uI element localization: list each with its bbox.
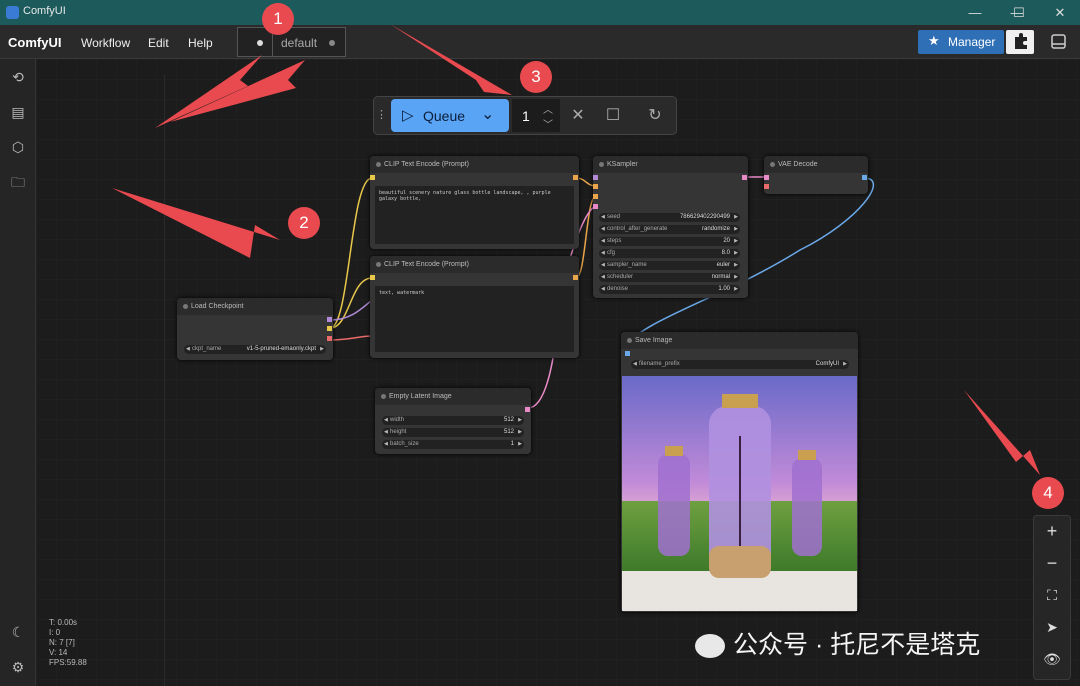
annotation-badge-2: 2 [288,207,320,239]
annotation-badge-1: 1 [262,3,294,35]
watermark: 公众号 · 托尼不是塔克 [695,625,980,661]
annotation-badge-3: 3 [520,61,552,93]
wechat-icon [695,634,725,659]
annotation-badge-4: 4 [1032,477,1064,509]
annotation-arrows [112,24,1040,475]
